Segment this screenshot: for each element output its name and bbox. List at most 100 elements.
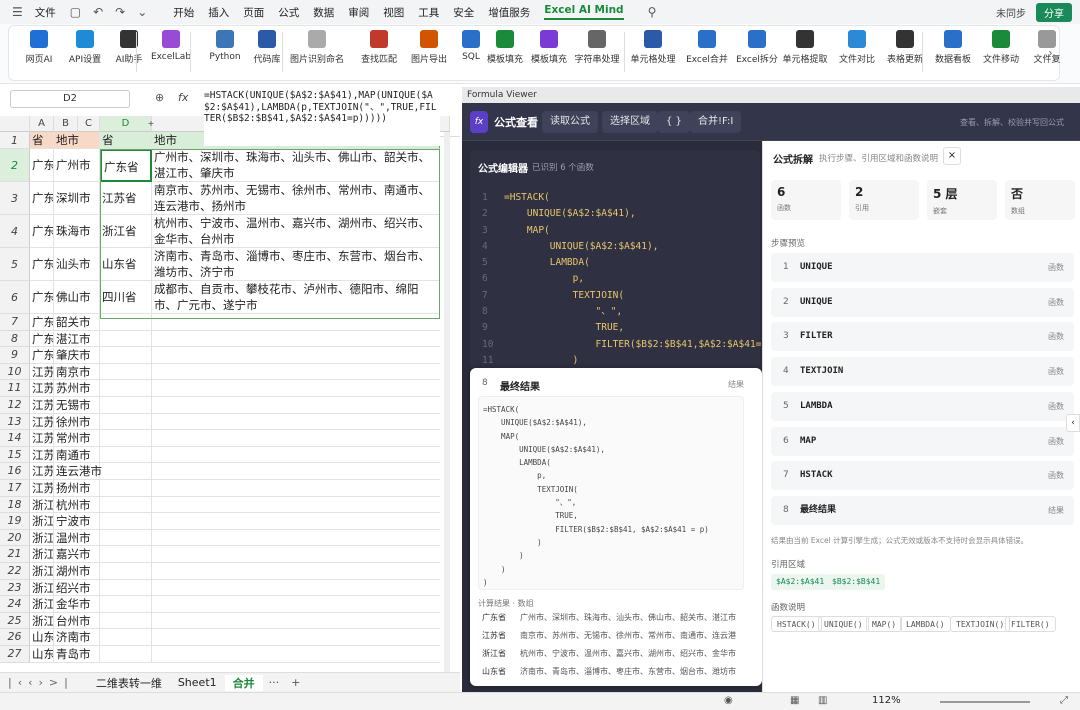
cell-b[interactable]: 嘉兴市 — [54, 546, 100, 563]
formula-editor[interactable]: 公式编辑器 已识别 6 个函数 1 =HSTACK(2 UNIQUE($A$2:$… — [470, 150, 773, 370]
cell-a[interactable]: 江苏 — [30, 463, 54, 480]
cell-e[interactable] — [152, 447, 440, 464]
tab-security[interactable]: 安全 — [453, 5, 474, 20]
row-header[interactable]: 16 — [0, 463, 30, 480]
cell-b[interactable]: 杭州市 — [54, 496, 100, 514]
cell-d[interactable] — [100, 413, 152, 431]
cell-e[interactable] — [152, 646, 440, 663]
ribbon-button-17[interactable]: 文件对比 — [830, 30, 884, 65]
row-header[interactable]: 9 — [0, 347, 30, 364]
cell-b[interactable]: 佛山市 — [54, 281, 100, 314]
cell-b[interactable]: 金华市 — [54, 596, 100, 613]
row-header[interactable]: 8 — [0, 330, 30, 348]
row-header[interactable]: 7 — [0, 314, 30, 331]
close-icon[interactable]: × — [943, 147, 961, 165]
cell-d[interactable]: 省 — [100, 132, 152, 149]
corner-cell[interactable] — [0, 116, 30, 132]
cell-a[interactable]: 广东 — [30, 149, 54, 182]
row-header[interactable]: 26 — [0, 629, 30, 646]
cell-a[interactable]: 广东 — [30, 281, 54, 314]
formula-input[interactable]: =HSTACK(UNIQUE($A$2:$A$41),MAP(UNIQUE($A… — [204, 90, 440, 146]
normal-view-icon[interactable]: ▦ — [790, 695, 799, 706]
vertical-scrollbar[interactable] — [444, 132, 450, 672]
cell-a[interactable]: 江苏 — [30, 413, 54, 431]
ribbon-button-21[interactable]: 文件复 — [1020, 30, 1074, 65]
cell-d[interactable] — [100, 397, 152, 414]
cell-d[interactable] — [100, 496, 152, 514]
cell-d[interactable] — [100, 646, 152, 663]
func-chip[interactable]: FILTER() — [1005, 616, 1056, 632]
cell-e[interactable]: 南京市、苏州市、无锡市、徐州市、常州市、南通市、连云港市、扬州市 — [152, 182, 440, 215]
sheet-tab-3[interactable]: 合并 — [224, 674, 263, 691]
cell-d[interactable] — [100, 380, 152, 397]
cell-d[interactable] — [100, 529, 152, 547]
fullscreen-icon[interactable]: ⤢ — [1060, 695, 1068, 706]
cell-e[interactable] — [152, 563, 440, 580]
merge-range-button[interactable]: 合并!F:I — [690, 111, 742, 133]
col-header-B[interactable]: B — [54, 116, 78, 132]
col-header-C[interactable]: C — [78, 116, 100, 132]
cell-d[interactable]: 广东省 — [100, 149, 152, 182]
ribbon-button-19[interactable]: 数据看板 — [926, 30, 980, 65]
tab-excel-ai-mind[interactable]: Excel AI Mind — [544, 4, 624, 20]
spreadsheet-grid[interactable]: A B C D +1 省地市省地市 2 广东 广州市 广东省 广州市、深圳市、珠海市、汕头市、佛山市… — [0, 116, 450, 672]
ribbon-button-13[interactable]: 单元格处理 — [626, 30, 680, 65]
tab-value-added[interactable]: 增值服务 — [488, 5, 530, 20]
cell-b[interactable]: 青岛市 — [54, 646, 100, 663]
tab-data[interactable]: 数据 — [313, 5, 334, 20]
zoom-level[interactable]: 112% — [872, 695, 901, 706]
cell-e[interactable] — [152, 497, 440, 514]
share-button[interactable]: 分享 — [1036, 2, 1072, 22]
cell-d[interactable]: 四川省 — [100, 281, 152, 314]
row-header[interactable]: 10 — [0, 363, 30, 381]
cell-b[interactable]: 温州市 — [54, 529, 100, 547]
cell-a[interactable]: 浙江 — [30, 563, 54, 580]
step-item[interactable]: 7 HSTACK 函数 — [771, 461, 1074, 491]
cell-e[interactable] — [152, 430, 440, 447]
func-chip[interactable]: HSTACK() — [771, 616, 822, 632]
ribbon-button-7[interactable]: 查找匹配 — [352, 30, 406, 65]
tab-home[interactable]: 开始 — [173, 5, 194, 20]
cell-b[interactable]: 深圳市 — [54, 182, 100, 215]
cell-a[interactable]: 省 — [30, 132, 54, 149]
cell-d[interactable] — [100, 330, 152, 348]
row-header[interactable]: 2 — [0, 149, 30, 182]
name-box[interactable]: D2 — [10, 90, 130, 108]
func-chip[interactable]: TEXTJOIN() — [950, 616, 1011, 632]
cell-e[interactable] — [152, 463, 440, 480]
ribbon-button-6[interactable]: 图片识别命名 — [290, 30, 344, 65]
cell-b[interactable]: 广州市 — [54, 149, 100, 182]
sheet-nav-arrows[interactable]: |‹‹›>| — [8, 676, 74, 689]
cell-a[interactable]: 广东 — [30, 314, 54, 331]
cell-e[interactable] — [152, 347, 440, 364]
cell-b[interactable]: 湛江市 — [54, 330, 100, 348]
cell-d[interactable] — [100, 446, 152, 464]
row-header[interactable]: 19 — [0, 513, 30, 530]
func-chip[interactable]: UNIQUE() — [818, 616, 869, 632]
cell-b[interactable]: 扬州市 — [54, 480, 100, 497]
row-header[interactable]: 5 — [0, 248, 30, 281]
cell-b[interactable]: 湖州市 — [54, 563, 100, 580]
cell-d[interactable] — [100, 430, 152, 447]
row-header[interactable]: 14 — [0, 430, 30, 447]
cell-b[interactable]: 连云港市 — [54, 463, 102, 480]
collapse-panel-icon[interactable]: ‹ — [1066, 414, 1080, 432]
cell-e[interactable] — [152, 629, 440, 646]
cell-b[interactable]: 南通市 — [54, 446, 100, 464]
cell-e[interactable] — [152, 380, 440, 397]
cell-d[interactable]: 浙江省 — [100, 215, 152, 248]
step-item[interactable]: 3 FILTER 函数 — [771, 322, 1074, 352]
add-sheet-icon[interactable]: + — [285, 676, 306, 689]
cell-e[interactable] — [152, 613, 440, 630]
cell-b[interactable]: 台州市 — [54, 612, 100, 630]
cell-d[interactable] — [100, 579, 152, 597]
cell-d[interactable] — [100, 480, 152, 497]
row-header[interactable]: 27 — [0, 646, 30, 663]
cell-a[interactable]: 浙江 — [30, 579, 54, 597]
ref-chip[interactable]: $B$2:$B$41 — [827, 574, 886, 590]
cell-b[interactable]: 济南市 — [54, 629, 100, 646]
cell-a[interactable]: 江苏 — [30, 380, 54, 397]
cell-e[interactable] — [152, 414, 440, 431]
tab-page[interactable]: 页面 — [243, 5, 264, 20]
cell-a[interactable]: 江苏 — [30, 480, 54, 497]
